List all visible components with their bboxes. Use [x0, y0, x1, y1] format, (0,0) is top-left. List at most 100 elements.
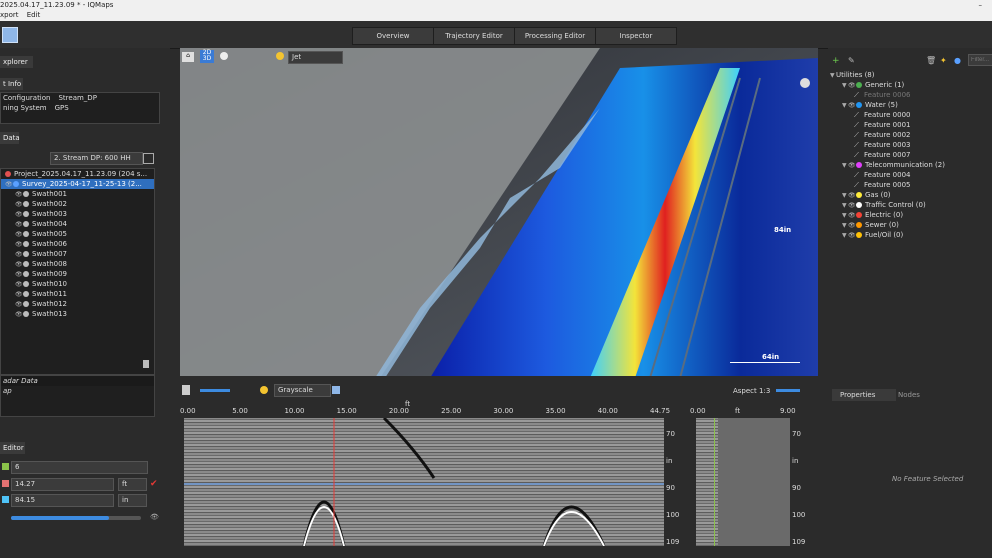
y-tick: in [666, 457, 673, 465]
swath-item[interactable]: 👁 Swath003 [1, 209, 154, 219]
swath-icon [23, 311, 29, 317]
utility-node[interactable]: ⟋ Feature 0005 [830, 180, 990, 190]
utility-node[interactable]: ▼👁 Telecommunication (2) [830, 160, 990, 170]
aspect-slider[interactable] [776, 389, 800, 392]
swath-label: Swath005 [32, 230, 67, 238]
home-icon[interactable]: ⌂ [182, 52, 194, 62]
survey-item[interactable]: 👁 Survey_2025-04-17_11-25-13 (2... [1, 179, 154, 189]
scale-bar [730, 362, 800, 363]
utility-node[interactable]: ⟋ Feature 0006 [830, 90, 990, 100]
stream-select[interactable]: 2. Stream DP: 600 HH [50, 152, 143, 165]
palette-icon[interactable] [276, 52, 284, 60]
add-icon[interactable]: + [832, 56, 840, 66]
swath-item[interactable]: 👁 Swath004 [1, 219, 154, 229]
layers-box: adar Data ap [0, 375, 155, 417]
swath-item[interactable]: 👁 Swath008 [1, 259, 154, 269]
window-title: 2025.04.17_11.23.09 * - IQMaps – [0, 0, 992, 10]
swath-item[interactable]: 👁 Swath009 [1, 269, 154, 279]
brush-icon[interactable] [143, 360, 149, 368]
swath-item[interactable]: 👁 Swath002 [1, 199, 154, 209]
project-label: Project_2025.04.17_11.23.09 (204 s... [14, 170, 148, 178]
field3-input[interactable]: 84.15 [11, 494, 114, 507]
utility-node[interactable]: ▼Utilities (8) [830, 70, 990, 80]
tab-overview[interactable]: Overview [352, 27, 434, 45]
feature-icon: ⟋ [854, 121, 859, 129]
swath-item[interactable]: 👁 Swath005 [1, 229, 154, 239]
utility-node[interactable]: ▼👁 Sewer (0) [830, 220, 990, 230]
utility-node[interactable]: ⟋ Feature 0002 [830, 130, 990, 140]
field2-input[interactable]: 14.27 [11, 478, 114, 491]
editor-slider[interactable] [11, 516, 141, 520]
tab-properties[interactable]: Properties [832, 389, 896, 401]
view-3d[interactable]: ⌂ 2D 3D Jet 84in 64in [180, 48, 818, 376]
swath-icon [23, 301, 29, 307]
utility-node[interactable]: ⟋ Feature 0000 [830, 110, 990, 120]
utility-node[interactable]: ▼👁 Traffic Control (0) [830, 200, 990, 210]
swath-list: 👁 Swath001 👁 Swath002 👁 Swath003 👁 Swath004 👁 Swa… [1, 189, 154, 319]
field1-select[interactable]: 6 [11, 461, 148, 474]
x-tick: 9.00 [780, 407, 796, 415]
project-item[interactable]: Project_2025.04.17_11.23.09 (204 s... [1, 169, 154, 179]
swath-item[interactable]: 👁 Swath010 [1, 279, 154, 289]
eye-icon[interactable]: 👁 [150, 513, 159, 521]
search-icon[interactable]: ● [954, 56, 961, 65]
tab-inspector[interactable]: Inspector [595, 27, 677, 45]
lighting-icon[interactable] [220, 52, 228, 60]
menu-edit[interactable]: Edit [27, 11, 41, 19]
utility-node[interactable]: ▼👁 Gas (0) [830, 190, 990, 200]
compass-icon[interactable] [800, 78, 810, 88]
utility-label: Utilities (8) [836, 71, 875, 79]
swath-item[interactable]: 👁 Swath006 [1, 239, 154, 249]
field3-unit[interactable]: in [118, 494, 147, 507]
brush-icon[interactable]: ✦ [940, 56, 947, 65]
x-tick: 20.00 [388, 407, 409, 415]
trash-icon[interactable]: 🗑 [926, 56, 936, 65]
swath-item[interactable]: 👁 Swath012 [1, 299, 154, 309]
eye-icon[interactable]: 👁 [848, 231, 856, 241]
utility-node[interactable]: ⟋ Feature 0003 [830, 140, 990, 150]
tab-processing-editor[interactable]: Processing Editor [514, 27, 596, 45]
utility-node[interactable]: ⟋ Feature 0007 [830, 150, 990, 160]
swath-item[interactable]: 👁 Swath013 [1, 309, 154, 319]
cube-icon[interactable] [332, 386, 340, 394]
minimize-icon[interactable]: – [979, 0, 983, 10]
x-tick: 35.00 [545, 407, 566, 415]
palette-icon[interactable] [260, 386, 268, 394]
layer-radar-data[interactable]: adar Data [1, 376, 154, 386]
tab-nodes[interactable]: Nodes [898, 389, 948, 401]
utility-node[interactable]: ▼👁 Generic (1) [830, 80, 990, 90]
filter-input[interactable] [968, 54, 992, 66]
utility-node[interactable]: ▼👁 Electric (0) [830, 210, 990, 220]
layer-map[interactable]: ap [1, 386, 154, 396]
menu-export[interactable]: xport [0, 11, 19, 19]
utility-node[interactable]: ▼👁 Fuel/Oil (0) [830, 230, 990, 240]
x-tick: 25.00 [441, 407, 462, 415]
feature-icon: ⟋ [854, 111, 859, 119]
swath-item[interactable]: 👁 Swath001 [1, 189, 154, 199]
utility-node[interactable]: ▼👁 Water (5) [830, 100, 990, 110]
chart-icon[interactable] [143, 153, 154, 164]
eye-icon[interactable]: 👁 [15, 310, 23, 320]
utility-node[interactable]: ⟋ Feature 0001 [830, 120, 990, 130]
radargram-image[interactable] [184, 418, 664, 546]
gpr-colormap-select[interactable]: Grayscale [274, 384, 331, 397]
toggle-2d3d-button[interactable]: 2D 3D [200, 50, 214, 63]
field2-unit[interactable]: ft [118, 478, 147, 491]
swath-item[interactable]: 👁 Swath011 [1, 289, 154, 299]
chevron-down-icon[interactable]: ✔ [150, 479, 158, 489]
gain-slider[interactable] [200, 389, 230, 392]
tab-trajectory-editor[interactable]: Trajectory Editor [433, 27, 515, 45]
utility-node[interactable]: ⟋ Feature 0004 [830, 170, 990, 180]
explorer-tab[interactable]: xplorer [0, 56, 33, 68]
utility-label: Gas (0) [865, 191, 891, 199]
layers-icon[interactable] [182, 385, 190, 395]
swath-item[interactable]: 👁 Swath007 [1, 249, 154, 259]
color-swatch-red [2, 480, 9, 487]
side-radargram-image[interactable] [696, 418, 790, 546]
empty-message: No Feature Selected [892, 475, 964, 483]
swath-label: Swath013 [32, 310, 67, 318]
eye-icon[interactable]: 👁 [5, 180, 13, 190]
save-icon[interactable] [2, 27, 18, 43]
colormap-select[interactable]: Jet [288, 51, 343, 64]
edit-icon[interactable]: ✎ [848, 56, 855, 65]
